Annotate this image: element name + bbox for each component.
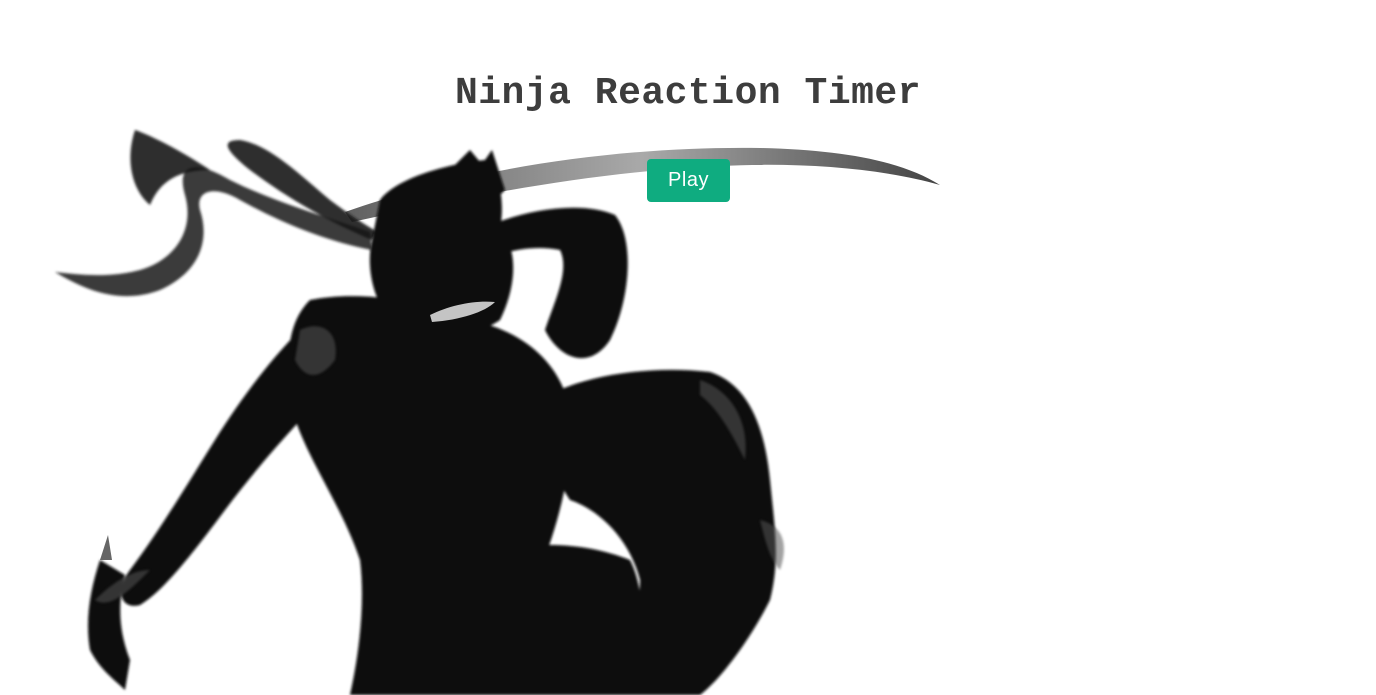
play-button[interactable]: Play bbox=[647, 159, 730, 202]
game-stage: Ninja Reaction Timer Play bbox=[0, 0, 1376, 695]
headband-ribbon bbox=[55, 130, 378, 297]
page-title: Ninja Reaction Timer bbox=[454, 72, 922, 115]
dagger-blade bbox=[100, 535, 112, 560]
